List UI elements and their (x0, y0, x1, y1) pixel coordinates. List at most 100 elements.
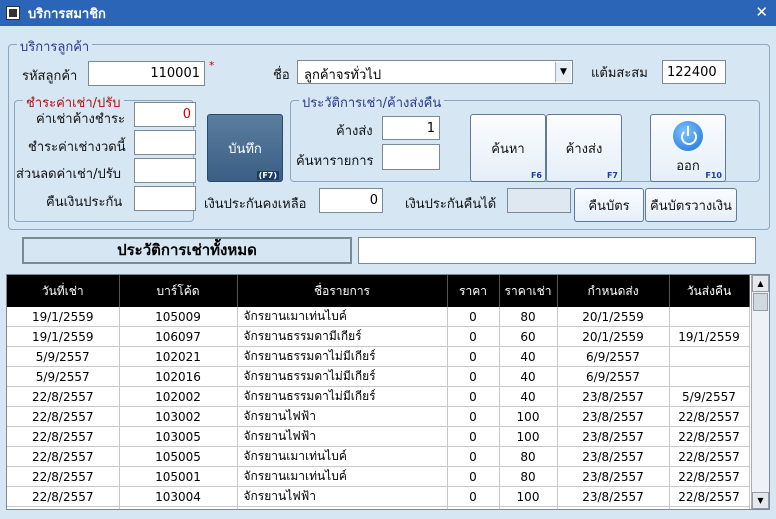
column-header[interactable]: บาร์โค้ด (119, 275, 238, 307)
refundable-deposit-input[interactable] (507, 188, 571, 213)
remaining-deposit-label: เงินประกันคงเหลือ (204, 197, 307, 212)
table-cell: จักรยานไฟฟ้า (237, 486, 448, 507)
table-cell: 102021 (119, 346, 238, 367)
table-row[interactable]: 22/8/2557 102002 จักรยานธรรมดาไม่มีเกียร์ 0… (7, 386, 750, 407)
table-cell: จักรยานไฟฟ้า (237, 506, 448, 509)
table-cell: 22/8/2557 (669, 426, 750, 447)
scroll-up-icon[interactable]: ▲ (752, 275, 769, 292)
exit-button[interactable]: ออก F10 (650, 114, 726, 182)
table-cell (669, 346, 750, 367)
table-body: 19/1/2559 105009 จักรยานเมาเท่นไบค์ 0 80 20/1… (7, 307, 750, 509)
column-header[interactable]: กำหนดส่ง (557, 275, 670, 307)
table-cell: 60 (499, 326, 558, 347)
table-row[interactable]: 22/8/2557 103002 จักรยานไฟฟ้า 0 100 23/8/2557… (7, 406, 750, 427)
discount-label: ส่วนลดค่าเช่า/ปรับ (16, 167, 121, 182)
table-row[interactable]: 19/1/2559 105009 จักรยานเมาเท่นไบค์ 0 80 20/1… (7, 307, 750, 327)
table-cell: 0 (447, 466, 500, 487)
outstanding-rent-input[interactable] (134, 102, 196, 127)
table-cell: 0 (447, 506, 500, 509)
rental-history-table: วันที่เช่า บาร์โค้ด ชื่อรายการ ราคา ราคาเช่า… (6, 274, 770, 510)
table-row[interactable]: 22/8/2557 103004 จักรยานไฟฟ้า 0 100 23/8/2557… (7, 486, 750, 507)
table-cell: 105001 (119, 466, 238, 487)
table-cell: 103005 (119, 426, 238, 447)
return-card-button[interactable]: คืนบัตร (574, 188, 644, 222)
table-cell: 5/9/2557 (669, 386, 750, 407)
scroll-thumb[interactable] (753, 293, 768, 311)
table-cell: 22/8/2557 (669, 466, 750, 487)
table-cell: 20/1/2559 (557, 307, 670, 327)
chevron-down-icon[interactable]: ▼ (555, 62, 571, 82)
customer-code-label: รหัสลูกค้า (22, 69, 78, 84)
discount-input[interactable] (134, 158, 196, 183)
table-row[interactable]: 22/8/2557 103005 จักรยานไฟฟ้า 0 100 23/8/2557… (7, 426, 750, 447)
remaining-deposit-input[interactable] (319, 188, 383, 213)
installment-input[interactable] (134, 130, 196, 155)
exit-fkey: F10 (705, 171, 722, 180)
search-button-label: ค้นหา (491, 141, 525, 157)
column-header[interactable]: วันส่งคืน (669, 275, 750, 307)
table-cell: 102002 (119, 386, 238, 407)
table-cell: 6/9/2557 (557, 366, 670, 387)
return-card-deposit-button[interactable]: คืนบัตรวางเงิน (645, 188, 737, 222)
table-cell: 23/8/2557 (557, 466, 670, 487)
table-row[interactable]: 22/8/2557 105001 จักรยานเมาเท่นไบค์ 0 80 23/8… (7, 466, 750, 487)
app-icon (6, 6, 20, 20)
table-cell: 23/8/2557 (557, 386, 670, 407)
table-row[interactable]: 5/9/2557 102016 จักรยานธรรมดาไม่มีเกียร์ 0 4… (7, 366, 750, 387)
search-items-label: ค้นหารายการ (296, 154, 374, 169)
column-header[interactable]: วันที่เช่า (7, 275, 120, 307)
scroll-down-icon[interactable]: ▼ (752, 492, 769, 509)
close-icon[interactable]: ✕ (755, 3, 768, 21)
table-cell: 100 (499, 406, 558, 427)
customer-name-select[interactable]: ลูกค้าจรทั่วไป ▼ (297, 60, 573, 84)
table-cell: จักรยานธรรมดามีเกียร์ (237, 326, 448, 347)
save-button[interactable]: บันทึก (F7) (207, 114, 283, 182)
points-label: แต้มสะสม (591, 66, 648, 81)
vertical-scrollbar[interactable]: ▲ ▼ (751, 275, 769, 509)
table-cell: 40 (499, 366, 558, 387)
table-cell: จักรยานเมาเท่นไบค์ (237, 307, 448, 327)
history-title: ประวัติการเช่าทั้งหมด (22, 237, 352, 264)
column-header[interactable]: ราคา (447, 275, 500, 307)
pending-input[interactable] (382, 116, 440, 140)
table-cell: 80 (499, 307, 558, 327)
table-cell: 22/8/2557 (7, 466, 120, 487)
table-cell (669, 366, 750, 387)
save-fkey: (F7) (256, 171, 279, 180)
table-cell: 103002 (119, 406, 238, 427)
table-cell: 0 (447, 386, 500, 407)
table-cell: 0 (447, 307, 500, 327)
customer-name-value: ลูกค้าจรทั่วไป (304, 68, 382, 83)
table-cell: 23/8/2557 (557, 446, 670, 467)
table-cell: 103003 (119, 506, 238, 509)
table-row[interactable]: 22/8/2557103003จักรยานไฟฟ้า010023/8/2557… (7, 506, 750, 509)
pending-label: ค้างส่ง (336, 124, 373, 139)
table-cell: 102016 (119, 366, 238, 387)
column-header[interactable]: ชื่อรายการ (237, 275, 448, 307)
table-cell: 40 (499, 386, 558, 407)
column-header[interactable]: ราคาเช่า (499, 275, 558, 307)
points-input[interactable] (662, 60, 726, 84)
rental-history-legend: ประวัติการเช่า/ค้างส่งคืน (299, 92, 445, 113)
table-cell: 80 (499, 466, 558, 487)
table-row[interactable]: 22/8/2557 105005 จักรยานเมาเท่นไบค์ 0 80 23/8… (7, 446, 750, 467)
table-cell: 19/1/2559 (7, 307, 120, 327)
installment-label: ชำระค่าเช่างวดนี้ (28, 140, 126, 155)
search-button[interactable]: ค้นหา F6 (470, 114, 546, 182)
table-cell: 22/8/2557 (669, 406, 750, 427)
table-cell: 22/8/2557 (7, 446, 120, 467)
customer-code-input[interactable] (88, 61, 205, 86)
table-cell: 22/8/2557 (7, 406, 120, 427)
table-cell: 19/1/2559 (7, 326, 120, 347)
table-cell: 105005 (119, 446, 238, 467)
table-row[interactable]: 19/1/2559 106097 จักรยานธรรมดามีเกียร์ 0 60 2… (7, 326, 750, 347)
table-cell: จักรยานธรรมดาไม่มีเกียร์ (237, 386, 448, 407)
table-cell: 23/8/2557 (557, 406, 670, 427)
table-row[interactable]: 5/9/2557 102021 จักรยานธรรมดาไม่มีเกียร์ 0 4… (7, 346, 750, 367)
table-cell: 22/8/2557 (669, 486, 750, 507)
search-items-input[interactable] (382, 144, 440, 170)
pending-button[interactable]: ค้างส่ง F7 (546, 114, 622, 182)
customer-name-label: ชื่อ (273, 68, 290, 83)
refundable-deposit-label: เงินประกันคืนได้ (405, 197, 497, 212)
refund-deposit-input[interactable] (134, 186, 196, 211)
